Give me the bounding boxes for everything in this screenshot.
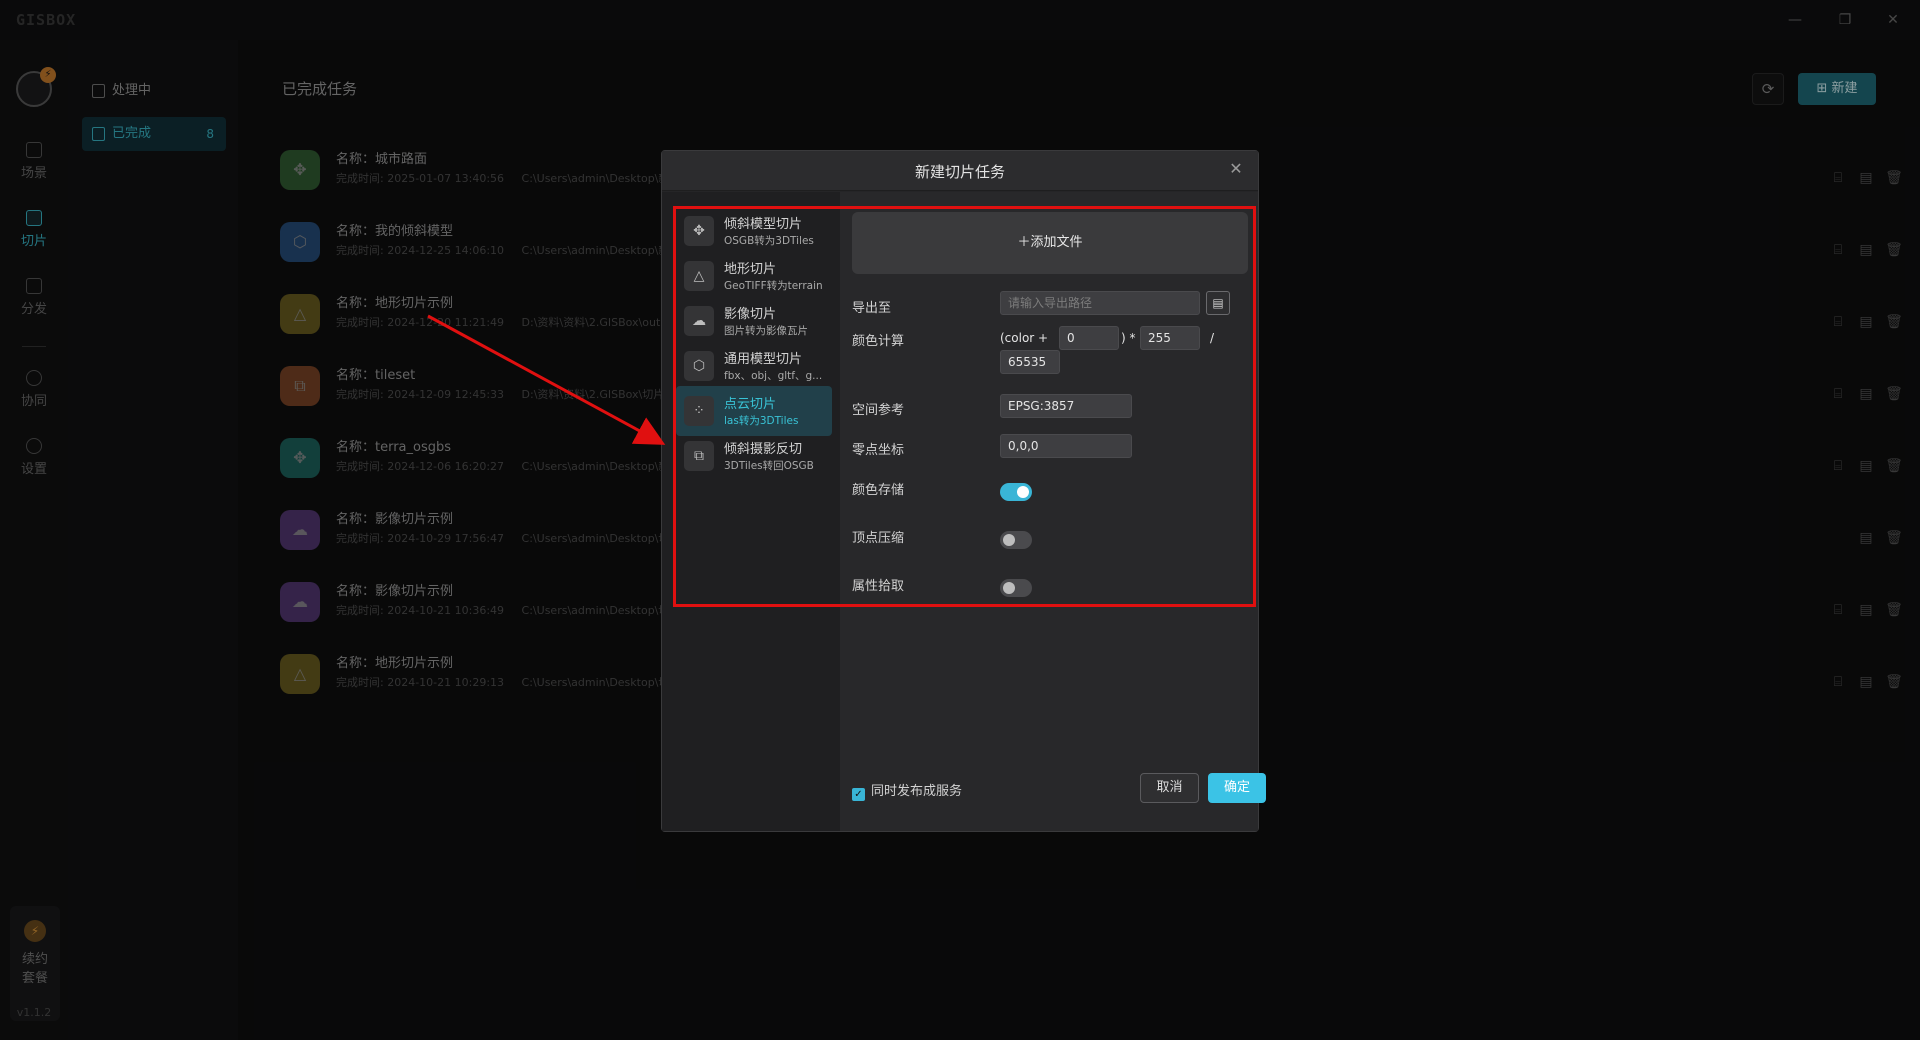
cancel-button[interactable]: 取消 [1140, 773, 1199, 803]
slice-type-icon: ⬡ [684, 351, 714, 381]
slice-type-title: 通用模型切片 [724, 352, 803, 367]
close-icon[interactable]: ✕ [1226, 159, 1246, 179]
slice-type-option[interactable]: ☁ 影像切片 图片转为影像瓦片 [676, 296, 832, 346]
slice-type-title: 地形切片 [724, 262, 777, 277]
color-calc-prefix: (color + [1000, 331, 1049, 345]
slice-type-option[interactable]: ✥ 倾斜模型切片 OSGB转为3DTiles [676, 206, 832, 256]
attr-pick-toggle[interactable] [1000, 579, 1032, 597]
color-calc-mid: ) * [1121, 331, 1136, 345]
slice-type-icon: ☁ [684, 306, 714, 336]
slice-type-option[interactable]: ⬡ 通用模型切片 fbx、obj、gltf、g... [676, 341, 832, 391]
color-offset-input[interactable] [1059, 326, 1119, 350]
checkbox-check-icon: ✓ [852, 788, 865, 801]
slice-type-title: 倾斜模型切片 [724, 217, 803, 232]
slice-type-option[interactable]: ⧉ 倾斜摄影反切 3DTiles转回OSGB [676, 431, 832, 481]
slice-form: ＋添加文件 导出至 ▤ 颜色计算 (color + ) * / 空间参考 零点坐… [840, 192, 1266, 831]
dialog-header: 新建切片任务 ✕ [662, 151, 1258, 191]
origin-input[interactable] [1000, 434, 1132, 458]
folder-browse-icon[interactable]: ▤ [1206, 291, 1230, 315]
toggle-knob [1017, 486, 1029, 498]
srs-label: 空间参考 [852, 403, 905, 418]
color-multiplier-input[interactable] [1140, 326, 1200, 350]
srs-input[interactable] [1000, 394, 1132, 418]
slice-type-subtitle: GeoTIFF转为terrain [724, 280, 823, 292]
toggle-knob [1003, 582, 1015, 594]
publish-service-checkbox[interactable]: ✓ 同时发布成服务 [852, 780, 962, 801]
slice-type-subtitle: fbx、obj、gltf、g... [724, 370, 823, 382]
slice-type-icon: ⁘ [684, 396, 714, 426]
export-label: 导出至 [852, 301, 892, 316]
vertex-compress-label: 顶点压缩 [852, 531, 905, 546]
slice-type-list: ✥ 倾斜模型切片 OSGB转为3DTiles △ 地形切片 GeoTIFF转为t… [662, 192, 840, 831]
color-store-toggle[interactable] [1000, 483, 1032, 501]
export-path-input[interactable] [1000, 291, 1200, 315]
publish-service-label: 同时发布成服务 [871, 784, 963, 799]
vertex-compress-toggle[interactable] [1000, 531, 1032, 549]
new-slice-task-dialog: 新建切片任务 ✕ ✥ 倾斜模型切片 OSGB转为3DTiles △ 地形切片 G… [661, 150, 1266, 832]
color-divisor-input[interactable] [1000, 350, 1060, 374]
slice-type-option[interactable]: △ 地形切片 GeoTIFF转为terrain [676, 251, 832, 301]
add-file-button[interactable]: ＋添加文件 [852, 212, 1248, 274]
confirm-button[interactable]: 确定 [1208, 773, 1266, 803]
color-store-label: 颜色存储 [852, 483, 905, 498]
slice-type-subtitle: OSGB转为3DTiles [724, 235, 814, 247]
slice-type-icon: ✥ [684, 216, 714, 246]
color-calc-div: / [1210, 331, 1215, 345]
slice-type-title: 点云切片 [724, 397, 777, 412]
color-calc-label: 颜色计算 [852, 334, 905, 349]
toggle-knob [1003, 534, 1015, 546]
slice-type-icon: ⧉ [684, 441, 714, 471]
slice-type-icon: △ [684, 261, 714, 291]
slice-type-subtitle: 3DTiles转回OSGB [724, 460, 814, 472]
slice-type-title: 影像切片 [724, 307, 777, 322]
origin-label: 零点坐标 [852, 443, 905, 458]
attr-pick-label: 属性拾取 [852, 579, 905, 594]
dialog-title: 新建切片任务 [914, 163, 1005, 181]
slice-type-subtitle: las转为3DTiles [724, 415, 799, 427]
slice-type-title: 倾斜摄影反切 [724, 442, 803, 457]
slice-type-option[interactable]: ⁘ 点云切片 las转为3DTiles [676, 386, 832, 436]
slice-type-subtitle: 图片转为影像瓦片 [724, 325, 808, 337]
